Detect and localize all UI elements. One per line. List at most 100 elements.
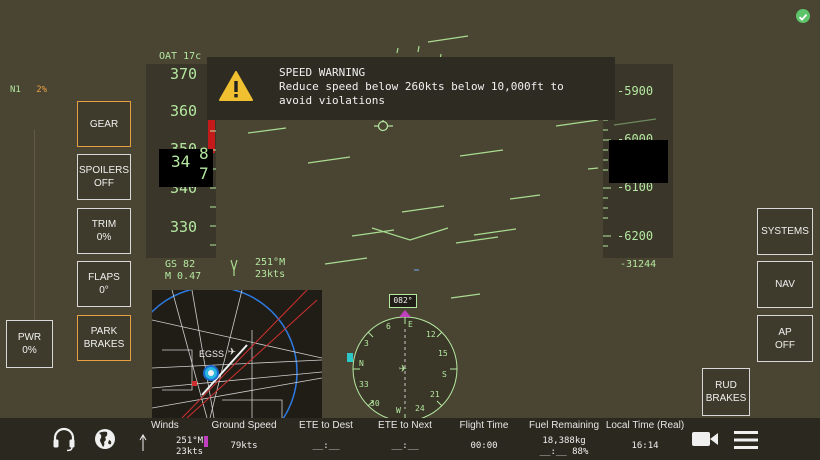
fuel-group: Fuel Remaining 18,388kg __:__ 88% (527, 420, 601, 458)
park-label: PARK (90, 326, 118, 337)
ete-next-label: ETE to Next (378, 420, 432, 431)
flight-time-value: 00:00 (470, 441, 498, 451)
warning-line-1: Reduce speed below 260kts below 10,000ft… (279, 80, 564, 93)
headset-icon[interactable] (51, 426, 77, 456)
hud-wind-speed: 23kts (255, 269, 286, 280)
power-button[interactable]: PWR 0% (6, 320, 53, 368)
hsi-compass: 082° N 3 6 E 12 15 S 21 24 W 30 33 ✈ (344, 294, 466, 422)
warning-title: SPEED WARNING (279, 66, 366, 79)
fuel-pct: 88% (572, 447, 589, 457)
flight-time-label: Flight Time (459, 420, 509, 431)
speed-warning-banner: SPEED WARNING Reduce speed below 260kts … (207, 57, 615, 120)
alt-tick-5900: -5900 (617, 84, 654, 98)
wind-arrow-icon (139, 434, 147, 456)
n1-indicator: N1 2% (10, 85, 47, 95)
hsi-label-n: N (359, 359, 364, 368)
hsi-label-e: E (408, 320, 413, 329)
camera-icon[interactable] (691, 429, 719, 453)
pwr-label: PWR (17, 332, 42, 343)
rudder-brakes-button[interactable]: RUD BRAKES (702, 368, 750, 416)
ete-dest-group: ETE to Dest __:__ (290, 420, 362, 452)
nav-map[interactable]: EGSS ✈ (152, 290, 322, 418)
ground-speed-label: Ground Speed (211, 420, 277, 431)
trim-label: TRIM (91, 219, 117, 230)
ete-next-value: __:__ (391, 441, 419, 451)
hud-wind-dir: 251°M (255, 257, 286, 268)
fuel-time-pct: __:__ 88% (527, 447, 601, 458)
hsi-label-21: 21 (430, 390, 440, 399)
hsi-label-30: 30 (370, 399, 380, 408)
brakes-label: BRAKES (83, 339, 125, 350)
fuel-label: Fuel Remaining (528, 420, 600, 431)
spoilers-button[interactable]: SPOILERS OFF (77, 154, 131, 200)
spoilers-label: SPOILERS (78, 165, 130, 176)
flaps-label: FLAPS (88, 272, 120, 283)
hsi-label-3: 3 (364, 339, 369, 348)
baro-readout: -31244 (620, 259, 657, 270)
systems-button[interactable]: SYSTEMS (757, 208, 813, 255)
hsi-heading-value: 082° (393, 296, 413, 305)
oat-readout: OAT 17c (159, 51, 202, 62)
hsi-aircraft-icon: ✈ (399, 361, 407, 376)
speed-tick-330: 330 (170, 218, 198, 236)
gear-label: GEAR (89, 118, 119, 130)
fuel-value: 18,388kg (542, 436, 586, 446)
local-time-value: 16:14 (631, 441, 659, 451)
hsi-label-12: 12 (426, 330, 436, 339)
winds-dir: 251°M (176, 436, 204, 446)
ap-label: AP (778, 326, 792, 338)
current-speed-box: 34 8 7 (159, 144, 213, 187)
nav-button[interactable]: NAV (757, 261, 813, 308)
winds-group: Winds 251°M 23kts (150, 420, 210, 458)
mach-readout: M 0.47 (165, 271, 202, 282)
ground-speed-value: 79kts (230, 441, 258, 451)
current-speed-minor-upper: 8 (199, 144, 209, 163)
current-altitude-box (609, 140, 668, 183)
park-brakes-button[interactable]: PARK BRAKES (77, 315, 131, 361)
hsi-label-24: 24 (415, 404, 425, 413)
winds-label: Winds (151, 420, 179, 431)
rud-label: RUD (715, 380, 737, 391)
fuel-time: __:__ (539, 447, 567, 457)
ground-speed-group: Ground Speed 79kts (208, 420, 280, 452)
map-aircraft-icon: ✈ (228, 344, 236, 359)
bottom-status-bar: Winds 251°M 23kts Ground Speed 79kts ETE… (0, 418, 820, 460)
alt-tick-6200: -6200 (617, 229, 654, 243)
warning-line-2: avoid violations (279, 94, 385, 107)
menu-icon[interactable] (734, 430, 758, 454)
hsi-label-6: 6 (386, 322, 391, 331)
hsi-label-15: 15 (438, 349, 448, 358)
gear-button[interactable]: GEAR (77, 101, 131, 147)
local-time-group: Local Time (Real) 16:14 (604, 420, 686, 452)
flight-time-group: Flight Time 00:00 (450, 420, 518, 452)
trim-button[interactable]: TRIM 0% (77, 208, 131, 254)
map-drawing (152, 290, 322, 418)
local-time-label: Local Time (Real) (605, 420, 685, 431)
ground-speed-readout: GS 82 (165, 259, 196, 270)
ap-state: OFF (775, 339, 795, 351)
autopilot-button[interactable]: AP OFF (757, 315, 813, 362)
n1-label: N1 (10, 85, 21, 95)
ete-dest-label: ETE to Dest (299, 420, 353, 431)
current-speed-minor-lower: 7 (199, 164, 209, 183)
warning-icon (219, 71, 253, 105)
speed-tick-360: 360 (170, 102, 198, 120)
systems-label: SYSTEMS (761, 226, 809, 237)
spoilers-state: OFF (94, 178, 114, 189)
flaps-button[interactable]: FLAPS 0° (77, 261, 131, 307)
hsi-heading-box: 082° (389, 294, 417, 308)
nav-label: NAV (775, 279, 795, 290)
winds-speed: 23kts (176, 447, 204, 457)
throttle-track (34, 130, 35, 320)
trim-value: 0% (96, 232, 112, 243)
hsi-label-33: 33 (359, 380, 369, 389)
rud-brakes-label: BRAKES (705, 393, 747, 404)
current-speed-major: 34 (171, 152, 191, 171)
speed-tick-370: 370 (170, 65, 198, 83)
ete-dest-value: __:__ (312, 441, 340, 451)
n1-value: 2% (36, 85, 48, 95)
hsi-label-w: W (396, 406, 401, 415)
map-airport-label: EGSS (199, 349, 225, 359)
globe-icon[interactable] (93, 427, 117, 455)
flaps-value: 0° (99, 285, 109, 296)
